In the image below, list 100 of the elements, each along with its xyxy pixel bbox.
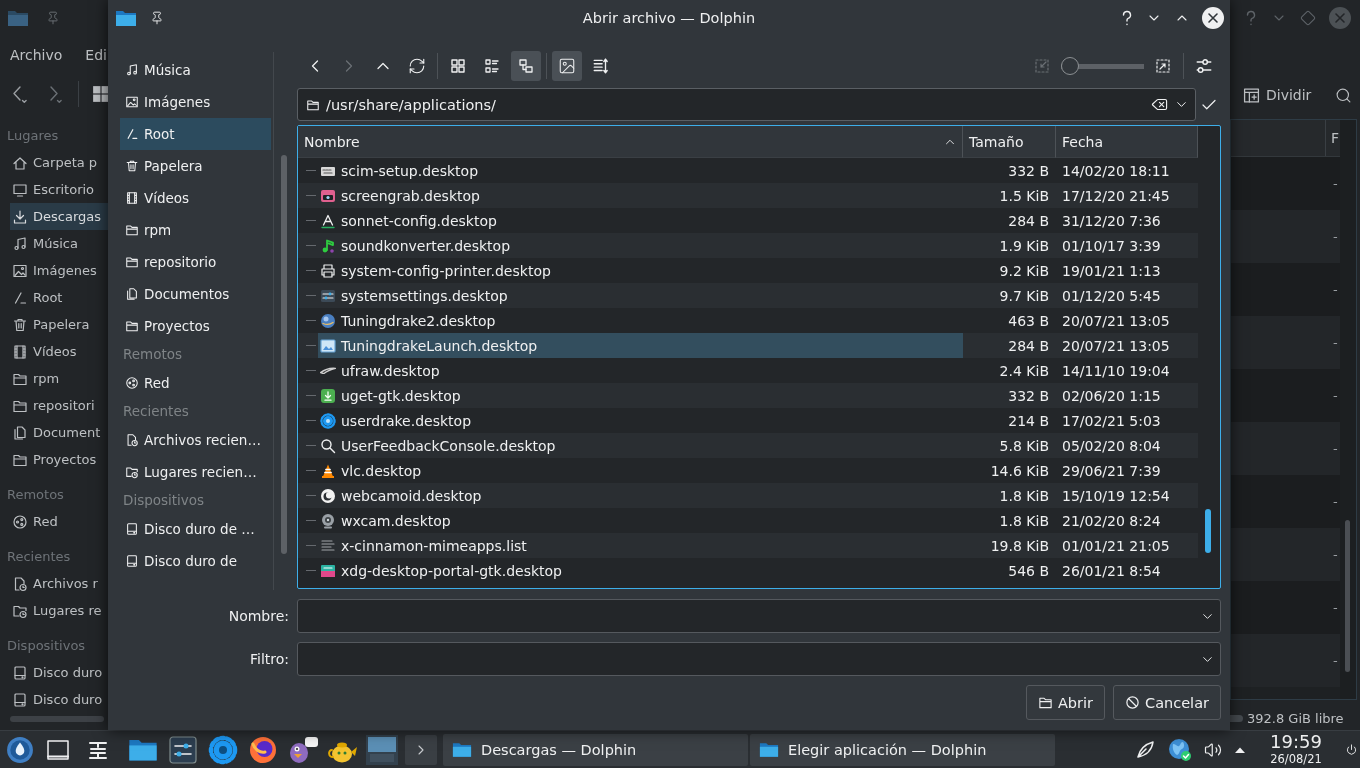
file-name[interactable]: x-cinnamon-mimeapps.list — [318, 533, 963, 558]
column-header[interactable]: Tamaño — [963, 126, 1056, 158]
place-item[interactable]: Lugares recien… — [120, 456, 271, 488]
help-icon[interactable] — [1120, 10, 1134, 26]
list-row[interactable]: - — [1231, 528, 1340, 581]
list-row[interactable]: - — [1231, 634, 1340, 687]
place-item[interactable]: repositorio — [120, 246, 271, 278]
search-icon[interactable] — [1335, 86, 1353, 104]
bird-icon[interactable] — [287, 734, 319, 765]
split-button[interactable]: Dividir — [1240, 79, 1315, 111]
desktop-icon[interactable] — [47, 739, 69, 760]
list-row[interactable]: - — [1231, 316, 1340, 369]
place-item[interactable]: Vídeos — [10, 338, 108, 365]
slider-thumb[interactable] — [1061, 57, 1079, 75]
place-item[interactable]: repositori — [10, 392, 108, 419]
preview-button[interactable] — [552, 51, 582, 81]
file-name[interactable]: wxcam.desktop — [318, 508, 963, 533]
cancel-button[interactable]: Cancelar — [1113, 685, 1221, 720]
file-name[interactable]: vlc.desktop — [318, 458, 963, 483]
clock-time[interactable]: 19:59 — [1270, 733, 1322, 752]
list-row[interactable]: - — [1231, 369, 1340, 422]
place-item[interactable]: Proyectos — [120, 310, 271, 342]
list-row[interactable]: - — [1231, 581, 1340, 634]
place-item[interactable]: Disco duro de … — [120, 513, 271, 545]
file-row[interactable]: systemsettings.desktop 9.7 KiB 01/12/20 5:45 — [298, 283, 1198, 308]
list-row[interactable]: - — [1231, 422, 1340, 475]
place-item[interactable]: Imágenes — [120, 86, 271, 118]
open-button[interactable]: Abrir — [1025, 685, 1106, 720]
scrollbar-thumb[interactable] — [1345, 520, 1350, 672]
place-item[interactable]: Root — [120, 118, 271, 150]
leaf-icon[interactable] — [1134, 738, 1156, 761]
place-item[interactable]: Disco duro — [10, 686, 108, 713]
place-item[interactable]: Red — [10, 508, 108, 535]
list-row[interactable]: - — [1231, 210, 1340, 263]
file-row[interactable]: uget-gtk.desktop 332 B 02/06/20 1:15 — [298, 383, 1198, 408]
column-header[interactable]: Fecha — [1056, 126, 1198, 158]
file-row[interactable]: TuningdrakeLaunch.desktop 284 B 20/07/21 13:05 — [298, 333, 1198, 358]
place-item[interactable]: Proyectos — [10, 446, 108, 473]
place-item[interactable]: rpm — [10, 365, 108, 392]
file-row[interactable]: screengrab.desktop 1.5 KiB 17/12/20 21:45 — [298, 183, 1198, 208]
globe-icon[interactable] — [1168, 737, 1192, 762]
browser-icon[interactable] — [248, 734, 278, 765]
place-item[interactable]: Archivos r — [10, 570, 108, 597]
clock-date[interactable]: 26/08/21 — [1270, 754, 1322, 766]
triangle-up-icon[interactable] — [1234, 745, 1246, 754]
sliders-icon[interactable] — [169, 735, 197, 764]
pin-icon[interactable] — [150, 11, 164, 25]
place-item[interactable]: Lugares re — [10, 597, 108, 624]
task-button[interactable]: Elegir aplicación — Dolphin — [750, 733, 1055, 766]
panel-expand-button[interactable] — [405, 734, 437, 765]
list-row[interactable]: - — [1231, 157, 1340, 210]
scrollbar-thumb[interactable] — [1205, 509, 1211, 553]
file-name[interactable]: userdrake.desktop — [318, 408, 963, 433]
file-name[interactable]: uget-gtk.desktop — [318, 383, 963, 408]
place-item[interactable]: Red — [120, 367, 271, 399]
scrollbar[interactable] — [10, 716, 104, 722]
place-item[interactable]: Archivos recien… — [120, 424, 271, 456]
place-item[interactable]: Papelera — [120, 150, 271, 182]
grid-view-icon[interactable] — [92, 85, 110, 103]
file-row[interactable]: x-cinnamon-mimeapps.list 19.8 KiB 01/01/21 21:05 — [298, 533, 1198, 558]
diamond-icon[interactable] — [1300, 10, 1316, 26]
file-name[interactable]: screengrab.desktop — [318, 183, 963, 208]
folder-icon[interactable] — [128, 737, 158, 762]
place-item[interactable]: Escritorio — [10, 176, 108, 203]
file-name[interactable]: webcamoid.desktop — [318, 483, 963, 508]
file-name[interactable]: ufraw.desktop — [318, 358, 963, 383]
place-item[interactable]: Disco duro — [10, 659, 108, 686]
file-name[interactable]: system-config-printer.desktop — [318, 258, 963, 283]
file-name[interactable]: UserFeedbackConsole.desktop — [318, 433, 963, 458]
list-row[interactable]: - — [1231, 263, 1340, 316]
gear-icon[interactable] — [208, 734, 238, 765]
place-item[interactable]: Carpeta p — [10, 149, 108, 176]
clear-icon[interactable] — [1151, 96, 1168, 113]
place-item[interactable]: Documentos — [120, 278, 271, 310]
file-row[interactable]: UserFeedbackConsole.desktop 5.8 KiB 05/02/20 8:04 — [298, 433, 1198, 458]
column-header[interactable]: Nombre — [298, 126, 963, 158]
location-field[interactable]: /usr/share/applications/ — [297, 88, 1196, 121]
place-item[interactable]: Descargas — [10, 203, 108, 230]
place-item[interactable]: Disco duro de — [120, 545, 271, 577]
place-item[interactable]: Root — [10, 284, 108, 311]
close-icon[interactable] — [1202, 7, 1224, 29]
combo-field[interactable] — [297, 599, 1221, 633]
file-name[interactable]: systemsettings.desktop — [318, 283, 963, 308]
file-row[interactable]: soundkonverter.desktop 1.9 KiB 01/10/17 3:39 — [298, 233, 1198, 258]
file-name[interactable]: scim-setup.desktop — [318, 158, 963, 183]
file-name[interactable]: sonnet-config.desktop — [318, 208, 963, 233]
place-item[interactable]: rpm — [120, 214, 271, 246]
file-row[interactable]: webcamoid.desktop 1.8 KiB 15/10/19 12:54 — [298, 483, 1198, 508]
list-row[interactable]: - — [1231, 475, 1340, 528]
place-item[interactable]: Papelera — [10, 311, 108, 338]
place-item[interactable]: Música — [120, 54, 271, 86]
details-view-button[interactable] — [511, 51, 541, 81]
place-item[interactable]: Vídeos — [120, 182, 271, 214]
place-item[interactable]: Música — [10, 230, 108, 257]
volume-icon[interactable] — [1204, 740, 1222, 759]
menu-item[interactable]: Archivo — [10, 47, 63, 63]
combo-field[interactable] — [297, 642, 1221, 676]
file-name[interactable]: TuningdrakeLaunch.desktop — [318, 333, 963, 358]
desktop-pager-icon[interactable] — [366, 734, 398, 765]
place-item[interactable]: Imágenes — [10, 257, 108, 284]
